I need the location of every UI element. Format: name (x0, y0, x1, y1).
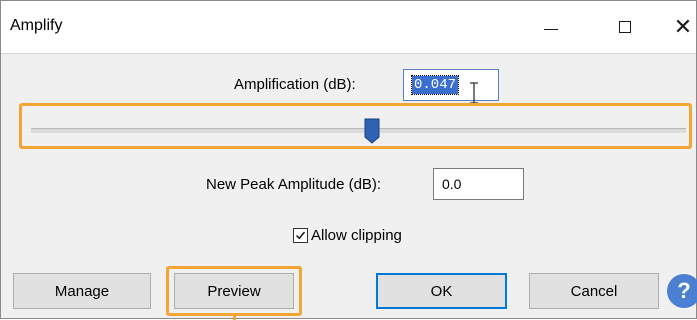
manage-button[interactable]: Manage (13, 273, 151, 309)
amplification-label: Amplification (dB): (234, 76, 356, 93)
window-title: Amplify (10, 17, 63, 34)
close-button[interactable]: ✕ (660, 1, 697, 53)
maximize-icon (619, 21, 631, 33)
amplification-input[interactable]: 0.047 (403, 69, 499, 101)
checkmark-icon (296, 231, 306, 240)
new-peak-label: New Peak Amplitude (dB): (206, 176, 382, 193)
preview-pointer-line (233, 315, 236, 320)
amplification-slider-track[interactable] (31, 128, 686, 133)
slider-highlight-box (19, 103, 692, 149)
help-icon[interactable]: ? (667, 274, 697, 308)
minimize-icon (544, 28, 558, 30)
close-icon: ✕ (673, 14, 693, 39)
minimize-button[interactable] (528, 1, 574, 53)
amplify-dialog: Amplify ✕ Amplification (dB): 0.047 New … (0, 0, 697, 320)
maximize-button[interactable] (602, 1, 648, 53)
new-peak-value: 0.0 (442, 176, 462, 192)
amplification-value: 0.047 (410, 75, 460, 95)
amplification-slider-thumb[interactable] (364, 118, 380, 144)
text-cursor-icon (470, 82, 478, 104)
allow-clipping-checkbox[interactable] (293, 228, 308, 243)
ok-button[interactable]: OK (376, 273, 507, 309)
cancel-button[interactable]: Cancel (529, 273, 659, 309)
title-bar[interactable]: Amplify ✕ (1, 1, 696, 54)
allow-clipping-option[interactable]: Allow clipping (293, 227, 402, 244)
new-peak-input[interactable]: 0.0 (433, 168, 524, 200)
preview-button[interactable]: Preview (174, 273, 294, 309)
allow-clipping-label: Allow clipping (311, 227, 402, 244)
